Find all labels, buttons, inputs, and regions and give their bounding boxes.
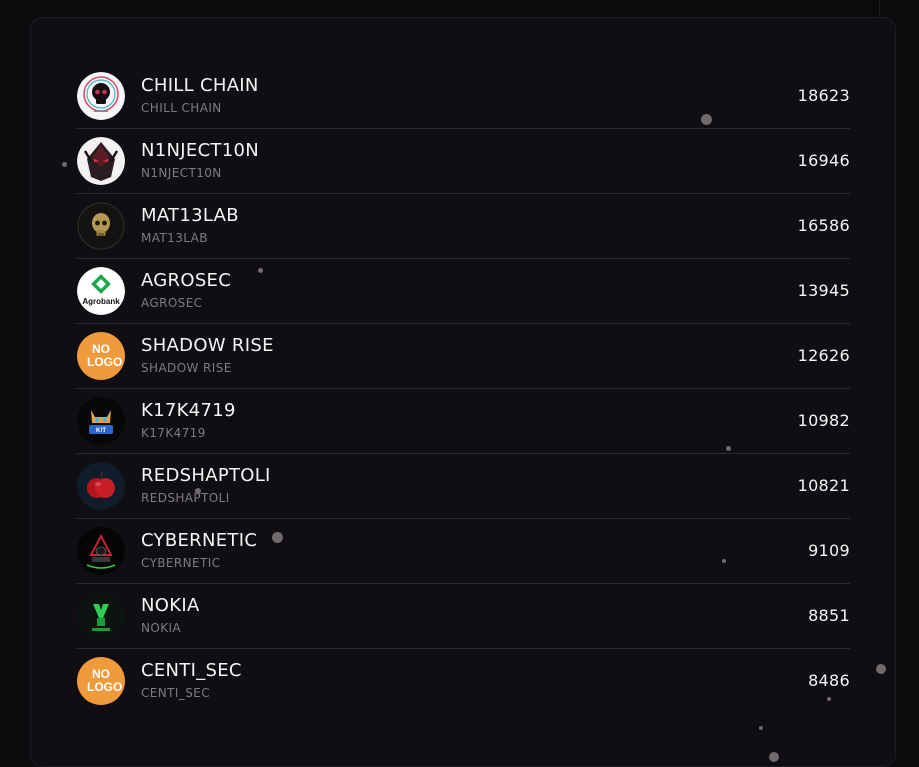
particle-dot — [876, 664, 886, 674]
team-name: CHILL CHAIN — [141, 75, 259, 96]
team-subtitle: SHADOW RISE — [141, 361, 232, 375]
hooded-ninja-logo-icon — [77, 137, 125, 185]
cat-mascot-logo-icon: K!T — [77, 397, 125, 445]
team-name: REDSHAPTOLI — [141, 465, 271, 486]
no-logo-placeholder-icon: NO LOGO — [77, 332, 125, 380]
particle-dot — [195, 488, 201, 494]
particle-dot — [722, 559, 726, 563]
team-subtitle: CYBERNETIC — [141, 556, 221, 570]
team-subtitle: MAT13LAB — [141, 231, 208, 245]
team-score: 8851 — [808, 606, 850, 625]
team-subtitle: K17K4719 — [141, 426, 206, 440]
particle-dot — [827, 697, 831, 701]
leaderboard-row[interactable]: CYBERNETIC CYBERNETIC 9109 — [76, 519, 850, 584]
team-score: 12626 — [797, 346, 850, 365]
particle-dot — [258, 268, 263, 273]
leaderboard-row[interactable]: CHILL CHAIN CHILL CHAIN 18623 — [76, 64, 850, 129]
team-score: 10821 — [797, 476, 850, 495]
team-score: 13945 — [797, 281, 850, 300]
team-score: 18623 — [797, 86, 850, 105]
no-logo-text: NO LOGO — [87, 342, 123, 369]
team-name: SHADOW RISE — [141, 335, 274, 356]
team-name: N1NJECT10N — [141, 140, 259, 161]
leaderboard-list: CHILL CHAIN CHILL CHAIN 18623 N1NJECT10N… — [76, 64, 850, 714]
leaderboard-row[interactable]: NOKIA NOKIA 8851 — [76, 584, 850, 649]
team-name: CENTI_SEC — [141, 660, 242, 681]
particle-dot — [759, 726, 763, 730]
team-score: 9109 — [808, 541, 850, 560]
green-nokia-logo-icon — [77, 592, 125, 640]
svg-text:K!T: K!T — [96, 428, 106, 434]
team-score: 16586 — [797, 216, 850, 235]
agrobank-logo-icon: Agrobank — [77, 267, 125, 315]
team-name: MAT13LAB — [141, 205, 239, 226]
team-subtitle: CENTI_SEC — [141, 686, 210, 700]
particle-dot — [726, 446, 731, 451]
team-subtitle: NOKIA — [141, 621, 182, 635]
team-name: AGROSEC — [141, 270, 232, 291]
team-subtitle: AGROSEC — [141, 296, 203, 310]
team-name: K17K4719 — [141, 400, 236, 421]
leaderboard-row[interactable]: N1NJECT10N N1NJECT10N 16946 — [76, 129, 850, 194]
leaderboard-row[interactable]: NO LOGO CENTI_SEC CENTI_SEC 8486 — [76, 649, 850, 714]
team-subtitle: CHILL CHAIN — [141, 101, 222, 115]
leaderboard-row[interactable]: K!T K17K4719 K17K4719 10982 — [76, 389, 850, 454]
team-score: 16946 — [797, 151, 850, 170]
hacker-hood-logo-icon — [77, 527, 125, 575]
leaderboard-row[interactable]: Agrobank AGROSEC AGROSEC 13945 — [76, 259, 850, 324]
team-score: 8486 — [808, 671, 850, 690]
particle-dot — [272, 532, 283, 543]
particle-dot — [701, 114, 712, 125]
team-subtitle: N1NJECT10N — [141, 166, 222, 180]
leaderboard-row[interactable]: REDSHAPTOLI REDSHAPTOLI 10821 — [76, 454, 850, 519]
golden-skull-logo-icon — [77, 202, 125, 250]
red-apple-logo-icon — [77, 462, 125, 510]
particle-dot — [769, 752, 779, 762]
leaderboard-row[interactable]: MAT13LAB MAT13LAB 16586 — [76, 194, 850, 259]
particle-dot — [62, 162, 67, 167]
team-score: 10982 — [797, 411, 850, 430]
leaderboard-row[interactable]: NO LOGO SHADOW RISE SHADOW RISE 12626 — [76, 324, 850, 389]
team-name: CYBERNETIC — [141, 530, 258, 551]
team-name: NOKIA — [141, 595, 200, 616]
team-subtitle: REDSHAPTOLI — [141, 491, 230, 505]
agrobank-logo-text: Agrobank — [82, 297, 120, 306]
chill-chain-skull-logo-icon — [77, 72, 125, 120]
no-logo-placeholder-icon: NO LOGO — [77, 657, 125, 705]
no-logo-text: NO LOGO — [87, 667, 123, 694]
